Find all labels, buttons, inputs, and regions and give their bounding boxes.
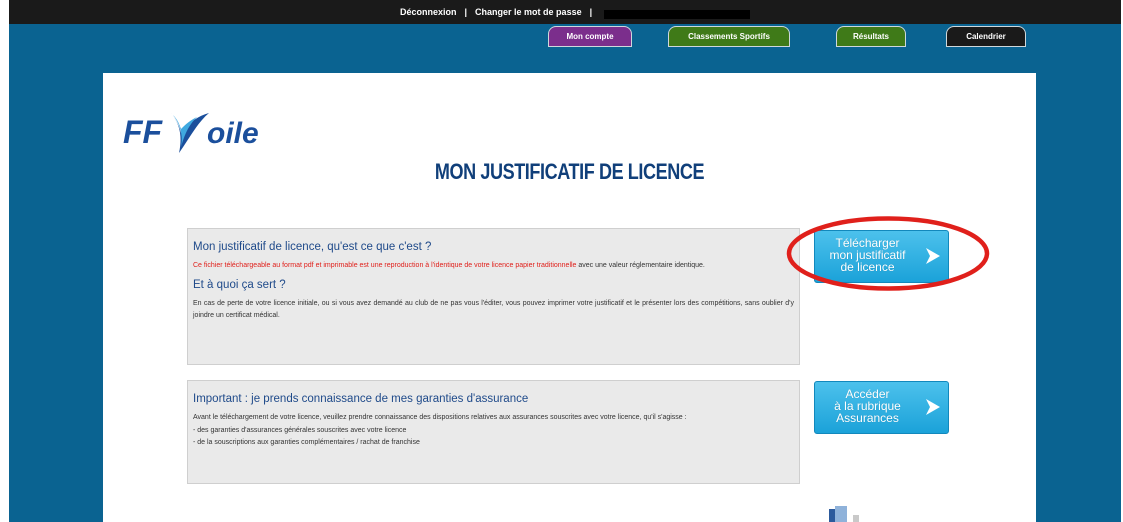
- svg-text:oile: oile: [207, 117, 259, 150]
- info-heading: Mon justificatif de licence, qu'est ce q…: [193, 241, 432, 253]
- separator: |: [464, 7, 468, 17]
- insurance-bullet: - de la souscriptions aux garanties comp…: [193, 439, 420, 446]
- change-password-link[interactable]: Changer le mot de passe: [475, 7, 582, 17]
- insurance-bullet: - des garanties d'assurances générales s…: [193, 426, 407, 434]
- tab-resultats[interactable]: Résultats: [836, 26, 906, 47]
- arrow-right-icon: [926, 399, 940, 415]
- info-red-text: Ce fichier téléchargeable au format pdf …: [193, 262, 577, 269]
- info-rest-text: avec une valeur réglementaire identique.: [576, 262, 705, 269]
- redacted-username: [604, 10, 750, 19]
- access-insurance-button[interactable]: Accéder à la rubrique Assurances: [814, 381, 949, 434]
- insurance-heading: Important : je prends connaissance de me…: [193, 393, 529, 405]
- info-paragraph: Ce fichier téléchargeable au format pdf …: [193, 260, 794, 273]
- button-line: Assurances: [836, 411, 899, 425]
- page-title: MON JUSTIFICATIF DE LICENCE: [434, 159, 705, 184]
- ffvoile-logo: FF oile: [123, 111, 259, 153]
- usage-heading: Et à quoi ça sert ?: [193, 278, 286, 291]
- top-links: Déconnexion | Changer le mot de passe |: [400, 5, 600, 19]
- tab-calendrier[interactable]: Calendrier: [946, 26, 1026, 47]
- logout-link[interactable]: Déconnexion: [400, 7, 457, 17]
- partial-logo-icon: [829, 506, 859, 522]
- annotation-circle: [786, 216, 990, 291]
- usage-paragraph: En cas de perte de votre licence initial…: [193, 299, 794, 320]
- separator: |: [589, 7, 593, 17]
- licence-info-box: Mon justificatif de licence, qu'est ce q…: [187, 228, 800, 365]
- content-panel: FF oile MON JUSTIFICATIF DE LICENCE Mon …: [103, 73, 1036, 522]
- tab-classements-sportifs[interactable]: Classements Sportifs: [668, 26, 790, 47]
- svg-text:FF: FF: [123, 114, 164, 150]
- insurance-paragraph: Avant le téléchargement de votre licence…: [193, 414, 687, 421]
- insurance-button-label: Accéder à la rubrique Assurances: [815, 388, 920, 424]
- insurance-info-box: Important : je prends connaissance de me…: [187, 380, 800, 484]
- tab-mon-compte[interactable]: Mon compte: [548, 26, 632, 47]
